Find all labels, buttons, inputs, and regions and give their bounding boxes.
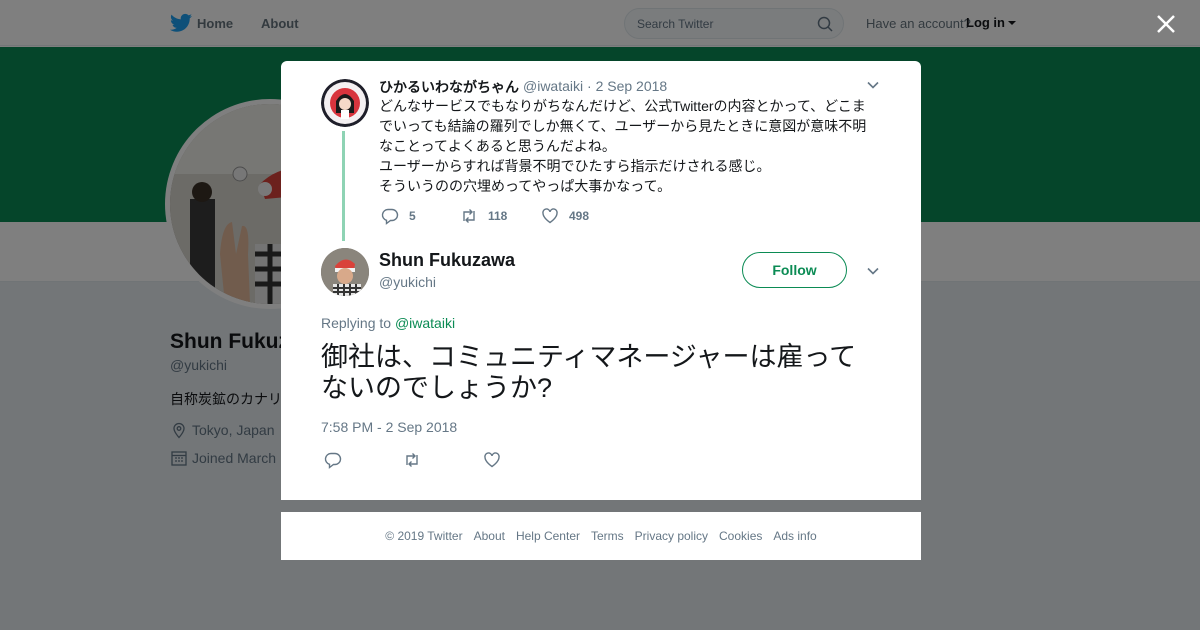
parent-tweet-date[interactable]: · 2 Sep 2018 <box>587 78 667 94</box>
chevron-down-icon[interactable] <box>866 78 880 92</box>
parent-reply-button[interactable]: 5 <box>381 207 416 225</box>
parent-author-name[interactable]: ひかるいわながちゃん <box>379 77 519 97</box>
like-icon <box>542 208 558 224</box>
replying-prefix: Replying to <box>321 315 395 331</box>
modal-footer: © 2019 Twitter About Help Center Terms P… <box>281 512 921 560</box>
reply-icon <box>381 208 399 225</box>
chevron-down-icon[interactable] <box>866 264 880 278</box>
parent-tweet-line: なことってよくあると思うんだよね。 <box>379 138 616 154</box>
main-author-handle[interactable]: @yukichi <box>379 274 436 290</box>
reply-icon[interactable] <box>323 451 343 469</box>
main-author-name[interactable]: Shun Fukuzawa <box>379 250 515 271</box>
main-author-avatar[interactable] <box>321 248 369 296</box>
footer-link-privacy[interactable]: Privacy policy <box>635 529 708 543</box>
parent-retweet-button[interactable]: 118 <box>460 207 507 225</box>
parent-avatar-image <box>321 79 369 127</box>
parent-author-avatar[interactable] <box>321 79 369 127</box>
main-tweet-line: 御社は、コミュニティマネージャーは雇って <box>321 342 857 372</box>
main-avatar-image <box>321 248 369 296</box>
footer-link-cookies[interactable]: Cookies <box>719 529 762 543</box>
like-icon[interactable] <box>482 451 502 469</box>
parent-reply-count: 5 <box>409 209 416 223</box>
parent-retweet-count: 118 <box>488 209 508 223</box>
replying-to: Replying to @iwataiki <box>321 315 455 331</box>
tweet-modal: ひかるいわながちゃん @iwataiki · 2 Sep 2018 どんなサービ… <box>281 61 921 500</box>
parent-like-count: 498 <box>569 209 590 223</box>
footer-link-help-center[interactable]: Help Center <box>516 529 580 543</box>
parent-tweet-meta: @iwataiki · 2 Sep 2018 <box>523 78 667 94</box>
replying-to-link[interactable]: @iwataiki <box>395 315 455 331</box>
parent-tweet-line: どんなサービスでもなりがちなんだけど、公式Twitterの内容とかって、どこま <box>379 98 866 114</box>
retweet-icon[interactable] <box>402 451 422 469</box>
parent-tweet-line: ユーザーからすれば背景不明でひたすら指示だけされる感じ。 <box>379 158 771 174</box>
main-tweet-timestamp[interactable]: 7:58 PM - 2 Sep 2018 <box>321 419 457 435</box>
parent-tweet-text: どんなサービスでもなりがちなんだけど、公式Twitterの内容とかって、どこま … <box>379 96 879 196</box>
parent-author-handle[interactable]: @iwataiki <box>523 78 583 94</box>
thread-connector <box>342 131 345 241</box>
main-tweet-line: ないのでしょうか? <box>321 373 553 403</box>
main-tweet-text: 御社は、コミュニティマネージャーは雇って ないのでしょうか? <box>321 342 891 404</box>
parent-tweet-line: そういうのの穴埋めってやっぱ大事かなって。 <box>379 178 672 194</box>
footer-link-ads-info[interactable]: Ads info <box>773 529 816 543</box>
parent-like-button[interactable]: 498 <box>541 207 589 225</box>
follow-button[interactable]: Follow <box>742 252 847 288</box>
footer-copyright: © 2019 Twitter <box>385 529 463 543</box>
parent-tweet-line: でいっても結論の羅列でしか無くて、ユーザーから見たときに意図が意味不明 <box>379 118 867 134</box>
close-icon[interactable] <box>1156 14 1176 34</box>
footer-link-terms[interactable]: Terms <box>591 529 624 543</box>
footer-link-about[interactable]: About <box>474 529 505 543</box>
retweet-icon <box>463 209 475 223</box>
